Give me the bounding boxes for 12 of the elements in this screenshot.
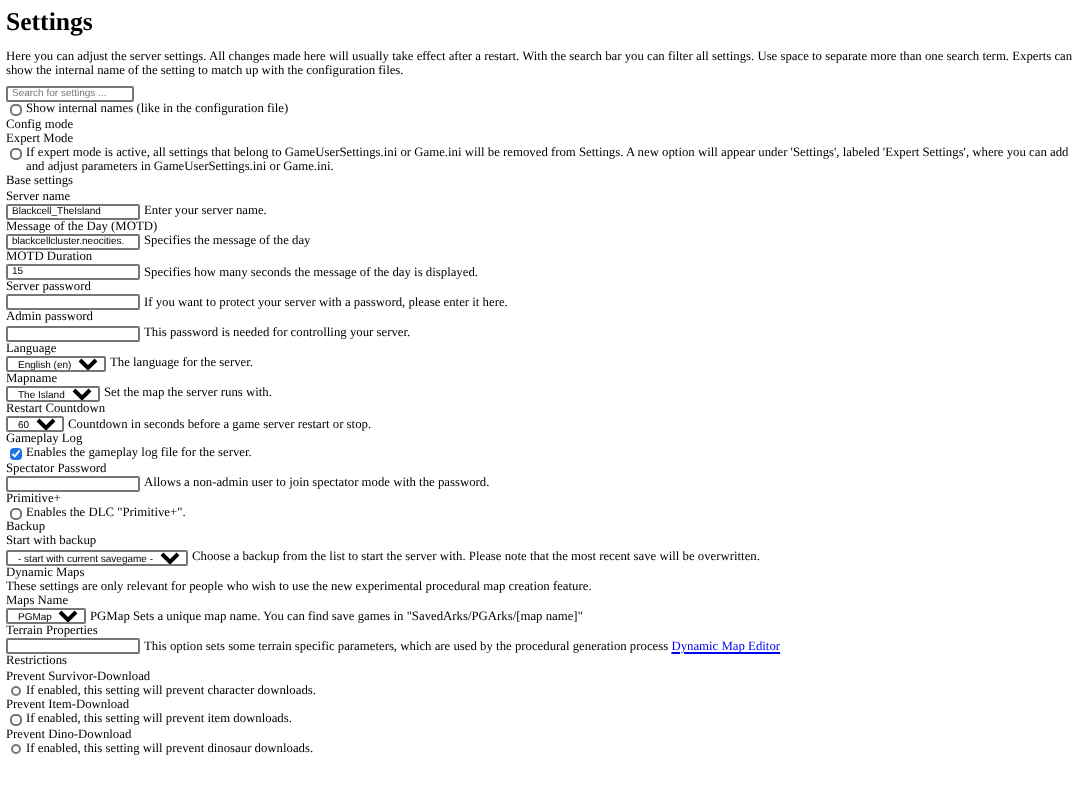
page-title: Settings	[6, 8, 95, 38]
input-field[interactable]	[6, 475, 140, 492]
input-field[interactable]	[6, 294, 140, 311]
checkbox[interactable]	[10, 448, 21, 460]
checkbox[interactable]	[10, 508, 21, 520]
input-field[interactable]	[6, 325, 140, 342]
input-field[interactable]	[6, 638, 140, 655]
checkbox[interactable]	[10, 743, 21, 755]
checkbox[interactable]	[10, 148, 21, 160]
checkbox[interactable]	[10, 104, 21, 116]
checkbox[interactable]	[10, 714, 21, 726]
checkbox[interactable]	[10, 685, 21, 697]
